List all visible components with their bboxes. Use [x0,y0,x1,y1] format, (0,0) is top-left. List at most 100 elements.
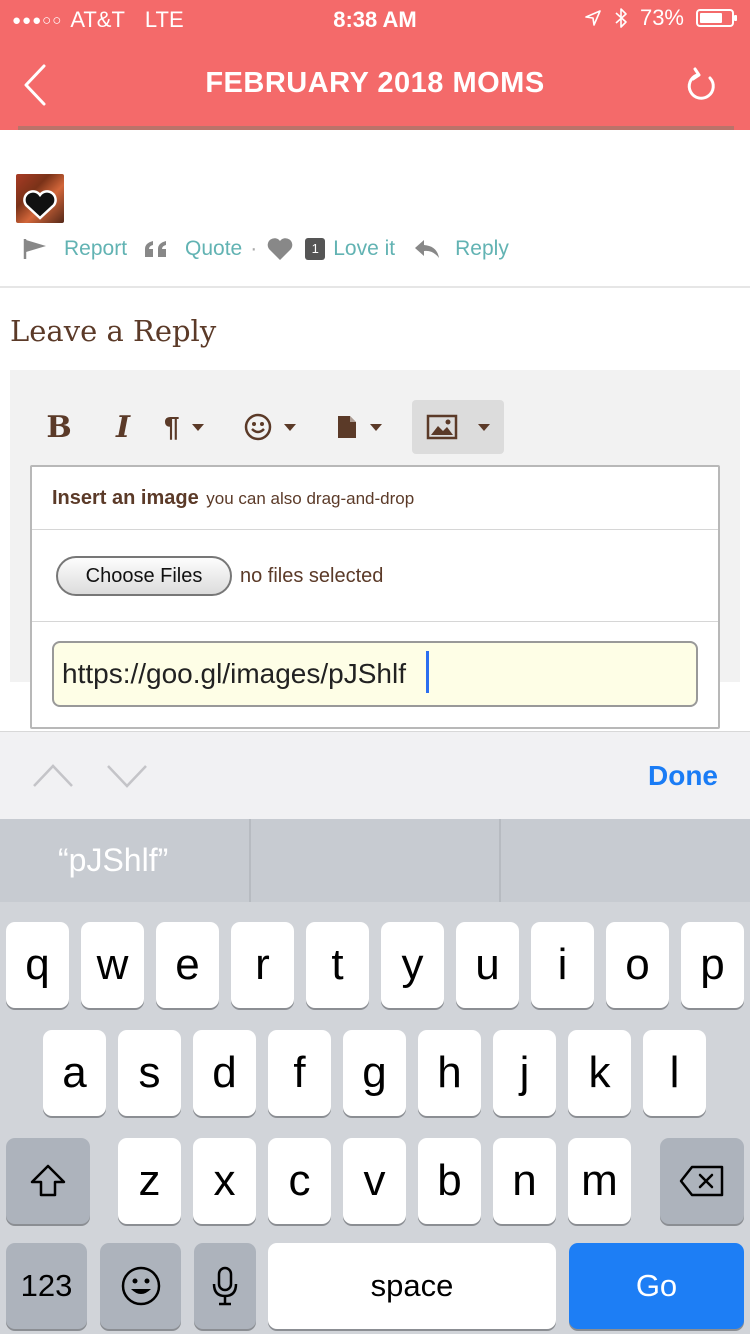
key-o[interactable]: o [606,922,669,1008]
image-icon [426,414,457,440]
flag-icon [23,239,46,259]
popup-divider [32,621,718,622]
paragraph-format-button[interactable]: ¶ [164,400,204,454]
popup-heading-title: Insert an image [52,487,199,509]
key-e[interactable]: e [156,922,219,1008]
page-title: FEBRUARY 2018 MOMS [205,67,545,99]
post-image-edge [18,126,734,130]
battery-percent: 73% [639,5,684,30]
paragraph-icon: ¶ [164,411,180,442]
text-cursor [426,651,429,693]
emoji-key[interactable] [100,1243,181,1329]
chevron-down-icon [369,423,382,431]
key-w[interactable]: w [81,922,144,1008]
numbers-key[interactable]: 123 [6,1243,87,1329]
key-j[interactable]: j [493,1030,556,1116]
backspace-icon [679,1165,724,1197]
key-t[interactable]: t [306,922,369,1008]
key-z[interactable]: z [118,1138,181,1224]
key-i[interactable]: i [531,922,594,1008]
done-button[interactable]: Done [648,760,718,792]
section-divider [0,286,750,288]
space-key[interactable]: space [268,1243,556,1329]
avatar[interactable] [16,174,64,223]
reply-label: Reply [455,237,509,260]
key-m[interactable]: m [568,1138,631,1224]
reply-section-title: Leave a Reply [10,314,217,348]
battery-fill [700,13,722,23]
love-count-badge: 1 [305,238,326,260]
go-key[interactable]: Go [569,1243,744,1329]
key-x[interactable]: x [193,1138,256,1224]
post-actions: Report Quote · 1 Love it Reply [22,232,509,266]
love-label: Love it [333,237,396,260]
app-header: ●●●○○ AT&T LTE 8:38 AM 73% FEBRUARY 2018… [0,0,750,130]
up-chevron-icon[interactable] [32,760,74,790]
shift-key[interactable] [6,1138,90,1224]
quote-action[interactable]: Quote [143,237,242,261]
popup-heading: Insert an image you can also drag-and-dr… [52,487,414,510]
key-g[interactable]: g [343,1030,406,1116]
report-label: Report [64,237,128,260]
italic-button[interactable]: I [100,400,146,454]
emoji-icon [121,1266,160,1306]
action-separator: · [250,237,258,260]
status-right: 73% [584,5,737,31]
key-f[interactable]: f [268,1030,331,1116]
key-d[interactable]: d [193,1030,256,1116]
editor-toolbar: B I ¶ [36,400,504,454]
choose-files-button[interactable]: Choose Files [56,556,232,596]
key-y[interactable]: y [381,922,444,1008]
chevron-down-icon [477,423,490,431]
heart-icon [23,190,57,220]
key-a[interactable]: a [43,1030,106,1116]
down-chevron-icon[interactable] [106,760,148,790]
file-insert-button[interactable] [336,400,382,454]
shift-icon [30,1164,66,1197]
document-icon [337,416,356,438]
heart-icon [267,238,293,260]
status-bar: ●●●○○ AT&T LTE 8:38 AM 73% [0,0,750,40]
refresh-icon[interactable] [682,66,722,106]
predictive-bar: “pJShlf” [0,819,750,902]
prediction-suggestion[interactable] [499,819,750,902]
key-k[interactable]: k [568,1030,631,1116]
key-h[interactable]: h [418,1030,481,1116]
key-b[interactable]: b [418,1138,481,1224]
smiley-icon [244,413,271,441]
chevron-down-icon [191,423,204,431]
prediction-suggestion[interactable]: “pJShlf” [0,819,249,902]
prediction-suggestion[interactable] [248,819,500,902]
reply-arrow-icon [415,240,440,258]
no-files-label: no files selected [240,565,384,587]
report-action[interactable]: Report [22,237,127,261]
popup-divider [32,529,718,530]
emoji-insert-button[interactable] [244,400,296,454]
keyboard: “pJShlf” q w e r t y u i o p a s d f g h… [0,819,750,1334]
key-l[interactable]: l [643,1030,706,1116]
quote-label: Quote [185,237,243,260]
key-s[interactable]: s [118,1030,181,1116]
quote-icon [145,241,167,257]
popup-heading-hint: you can also drag-and-drop [206,489,415,508]
key-c[interactable]: c [268,1138,331,1224]
keyboard-accessory-bar: Done [0,731,750,819]
battery-icon [696,9,737,27]
reply-action[interactable]: Reply [413,237,509,261]
image-url-input[interactable] [52,641,698,707]
microphone-icon [212,1266,238,1306]
dictation-key[interactable] [194,1243,256,1329]
key-u[interactable]: u [456,922,519,1008]
location-arrow-icon [585,10,601,26]
key-r[interactable]: r [231,922,294,1008]
key-n[interactable]: n [493,1138,556,1224]
love-action[interactable]: 1 Love it [265,236,395,262]
key-q[interactable]: q [6,922,69,1008]
key-v[interactable]: v [343,1138,406,1224]
backspace-key[interactable] [660,1138,744,1224]
key-p[interactable]: p [681,922,744,1008]
bluetooth-icon [615,8,627,28]
image-insert-button[interactable] [411,400,504,454]
chevron-down-icon [283,423,296,431]
bold-button[interactable]: B [36,400,82,454]
